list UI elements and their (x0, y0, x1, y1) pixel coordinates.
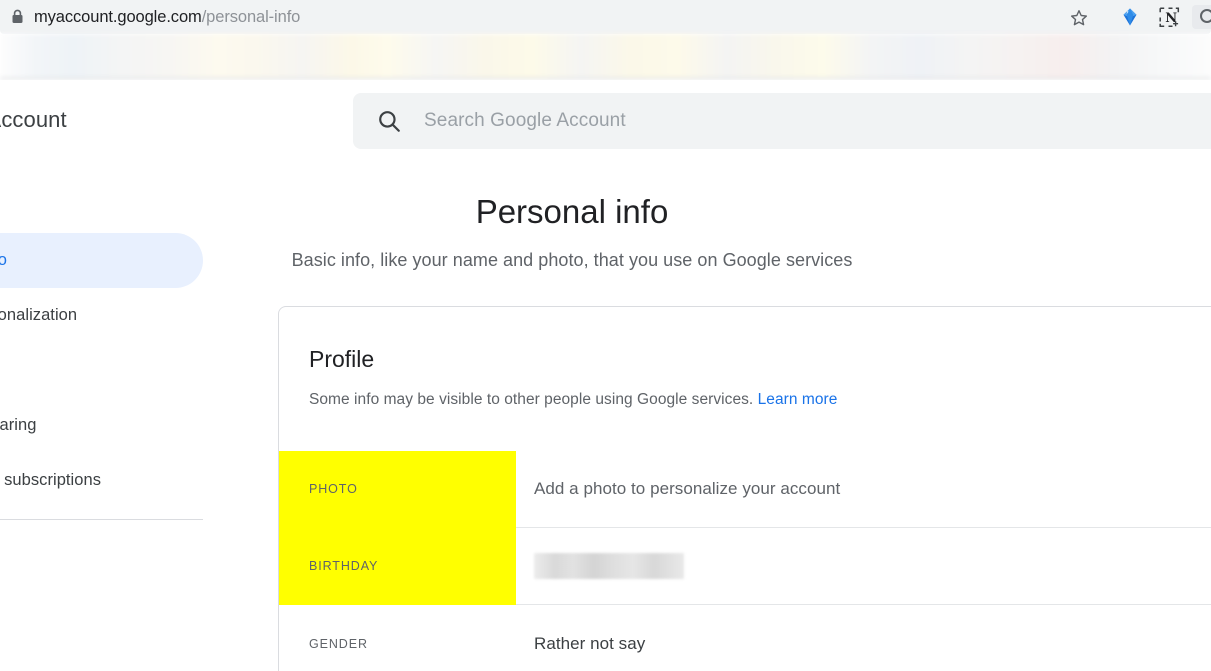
row-value-birthday (516, 553, 1211, 579)
profile-rows: PHOTO Add a photo to personalize your ac… (279, 450, 1211, 671)
sidebar-item-security[interactable]: Security (0, 343, 204, 398)
card-description-text: Some info may be visible to other people… (309, 391, 754, 408)
lock-icon[interactable] (11, 9, 24, 24)
row-label-gender: GENDER (309, 636, 368, 651)
row-photo[interactable]: PHOTO Add a photo to personalize your ac… (279, 450, 1211, 528)
page-content: Google Account Personal info Data & pers… (0, 80, 1211, 671)
redacted-birthday-value (534, 553, 684, 579)
page-subtitle: Basic info, like your name and photo, th… (291, 250, 853, 270)
sidebar-nav: Personal info Data & personalization Sec… (0, 233, 204, 520)
diamond-extension-icon[interactable] (1118, 5, 1142, 29)
sidebar-item-people-sharing[interactable]: People & sharing (0, 398, 204, 453)
row-label-birthday: BIRTHDAY (279, 527, 516, 605)
main-content: Personal info Basic info, like your name… (278, 80, 1211, 671)
sidebar: Google Account Personal info Data & pers… (0, 80, 204, 671)
row-value-photo: Add a photo to personalize your account (534, 479, 841, 498)
url-path: /personal-info (201, 8, 301, 26)
browser-chrome: myaccount.google.com/personal-info N (0, 0, 1211, 34)
account-title: Google Account (0, 107, 67, 132)
sidebar-item-label: Data & personalization (0, 306, 78, 324)
row-gender[interactable]: GENDER Rather not say (279, 605, 1211, 671)
card-title: Profile (309, 346, 375, 372)
bookmark-star-icon[interactable] (1066, 5, 1092, 30)
sidebar-item-data-personalization[interactable]: Data & personalization (0, 288, 204, 343)
card-description: Some info may be visible to other people… (309, 391, 837, 409)
bookmarks-bar-blurred (0, 34, 1211, 79)
row-value-gender: Rather not say (534, 633, 646, 653)
sidebar-item-payments-subscriptions[interactable]: Payments & subscriptions (0, 453, 204, 508)
row-birthday[interactable]: BIRTHDAY (279, 527, 1211, 605)
sidebar-item-label: Personal info (0, 251, 7, 269)
sidebar-divider (0, 519, 203, 520)
page-title: Personal info (475, 193, 669, 230)
learn-more-link[interactable]: Learn more (758, 391, 838, 408)
url-text: myaccount.google.com/personal-info (34, 6, 300, 28)
notion-clipper-extension-icon[interactable]: N (1157, 5, 1182, 30)
browser-search-icon[interactable] (1192, 5, 1211, 29)
profile-card: Profile Some info may be visible to othe… (278, 306, 1211, 671)
address-bar[interactable]: myaccount.google.com/personal-info (0, 0, 1211, 34)
row-label-photo: PHOTO (279, 450, 516, 528)
sidebar-item-label: People & sharing (0, 416, 37, 434)
url-domain: myaccount.google.com (34, 8, 202, 26)
sidebar-item-label: Payments & subscriptions (0, 471, 102, 489)
